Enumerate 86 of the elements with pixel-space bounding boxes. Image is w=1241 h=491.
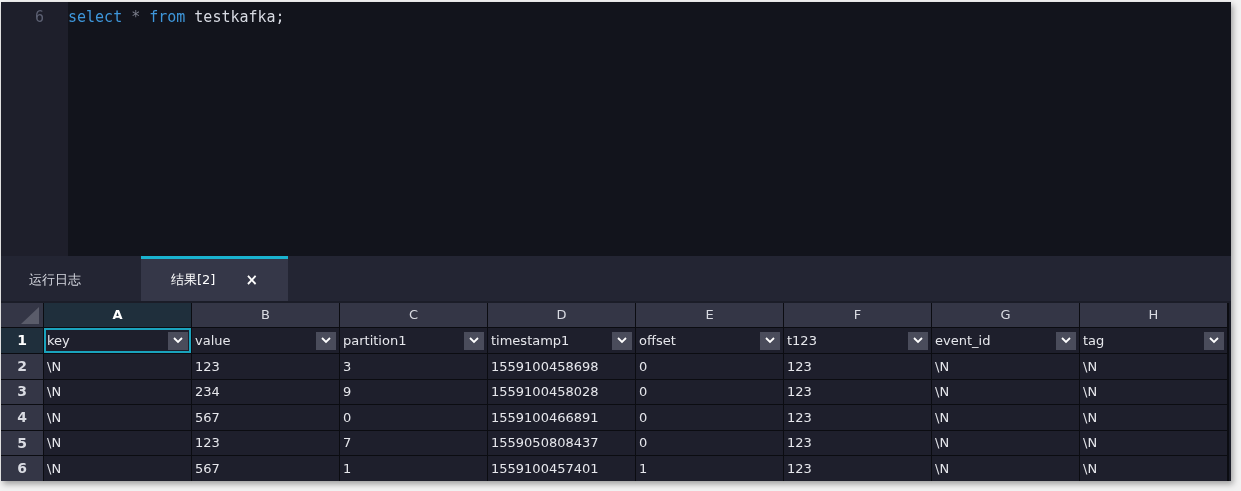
- table-cell: 1559100458028: [488, 379, 635, 405]
- table-cell: \N: [932, 430, 1079, 456]
- table-cell: 567: [192, 456, 339, 481]
- code-token: testkafka;: [194, 7, 285, 28]
- filter-dropdown[interactable]: [464, 331, 484, 350]
- table-cell: 9: [340, 379, 487, 405]
- row-number[interactable]: 6: [1, 456, 43, 481]
- row-number[interactable]: 4: [1, 405, 43, 430]
- table-cell: 234: [192, 379, 339, 405]
- table-cell: 0: [636, 354, 783, 379]
- field-name: value: [195, 332, 231, 350]
- chevron-down-icon: [469, 337, 479, 345]
- table-cell: \N: [1080, 405, 1227, 430]
- table-cell: \N: [932, 379, 1079, 405]
- filter-dropdown[interactable]: [1204, 331, 1224, 350]
- table-cell: \N: [932, 405, 1079, 430]
- table-cell: \N: [1080, 354, 1227, 379]
- table-cell: 1559050808437: [488, 430, 635, 456]
- table-cell: 123: [784, 354, 931, 379]
- column-header[interactable]: E: [636, 302, 783, 328]
- column-header[interactable]: A: [44, 302, 191, 328]
- table-cell: 0: [340, 405, 487, 430]
- table-cell: 123: [192, 430, 339, 456]
- table-cell: 567: [192, 405, 339, 430]
- chevron-down-icon: [321, 337, 331, 345]
- table-cell: 1559100457401: [488, 456, 635, 481]
- table-cell: 3: [340, 354, 487, 379]
- table-cell: 123: [784, 456, 931, 481]
- row-number[interactable]: 2: [1, 354, 43, 379]
- table-cell: \N: [1080, 430, 1227, 456]
- table-cell: 0: [636, 379, 783, 405]
- line-number: 6: [33, 7, 44, 28]
- tab[interactable]: 运行日志: [1, 255, 141, 301]
- field-name: offset: [639, 332, 676, 350]
- chevron-down-icon: [1061, 337, 1071, 345]
- table-cell: 1559100458698: [488, 354, 635, 379]
- column-header[interactable]: D: [488, 302, 635, 328]
- table-cell: 123: [784, 379, 931, 405]
- table-cell: \N: [1080, 379, 1227, 405]
- table-cell: 7: [340, 430, 487, 456]
- chevron-down-icon: [1209, 337, 1219, 345]
- row-number[interactable]: 3: [1, 379, 43, 405]
- table-cell: 1: [340, 456, 487, 481]
- table-cell: 123: [784, 405, 931, 430]
- column-header[interactable]: C: [340, 302, 487, 328]
- filter-dropdown[interactable]: [168, 331, 188, 350]
- column-header[interactable]: G: [932, 302, 1079, 328]
- table-cell: 1559100466891: [488, 405, 635, 430]
- table-cell: 0: [636, 430, 783, 456]
- table-cell: \N: [932, 456, 1079, 481]
- table-cell: 1: [636, 456, 783, 481]
- chevron-down-icon: [173, 337, 183, 345]
- field-name: event_id: [935, 332, 991, 350]
- code-token: *: [131, 7, 141, 28]
- code-token: from: [149, 7, 186, 28]
- field-name: t123: [787, 332, 817, 350]
- table-cell: \N: [44, 456, 191, 481]
- close-button[interactable]: ×: [245, 268, 258, 292]
- tab[interactable]: 结果[2] ×: [141, 255, 288, 301]
- table-cell: \N: [44, 354, 191, 379]
- row-number[interactable]: 5: [1, 430, 43, 456]
- chevron-down-icon: [765, 337, 775, 345]
- row-number[interactable]: 1: [1, 328, 43, 354]
- table-cell: \N: [1080, 456, 1227, 481]
- filter-dropdown[interactable]: [316, 331, 336, 350]
- field-name: timestamp1: [491, 332, 570, 350]
- chevron-down-icon: [617, 337, 627, 345]
- table-cell: \N: [44, 379, 191, 405]
- filter-dropdown[interactable]: [1056, 331, 1076, 350]
- filter-dropdown[interactable]: [760, 331, 780, 350]
- field-name: partition1: [343, 332, 407, 350]
- table-cell: \N: [44, 405, 191, 430]
- field-name: key: [47, 332, 70, 350]
- table-cell: 123: [192, 354, 339, 379]
- field-name: tag: [1083, 332, 1105, 350]
- column-header[interactable]: H: [1080, 302, 1227, 328]
- table-cell: 0: [636, 405, 783, 430]
- filter-dropdown[interactable]: [908, 331, 928, 350]
- table-cell: 123: [784, 430, 931, 456]
- code-token: select: [68, 7, 123, 28]
- column-header[interactable]: B: [192, 302, 339, 328]
- table-cell: \N: [932, 354, 1079, 379]
- filter-dropdown[interactable]: [612, 331, 632, 350]
- chevron-down-icon: [913, 337, 923, 345]
- column-header[interactable]: F: [784, 302, 931, 328]
- table-cell: \N: [44, 430, 191, 456]
